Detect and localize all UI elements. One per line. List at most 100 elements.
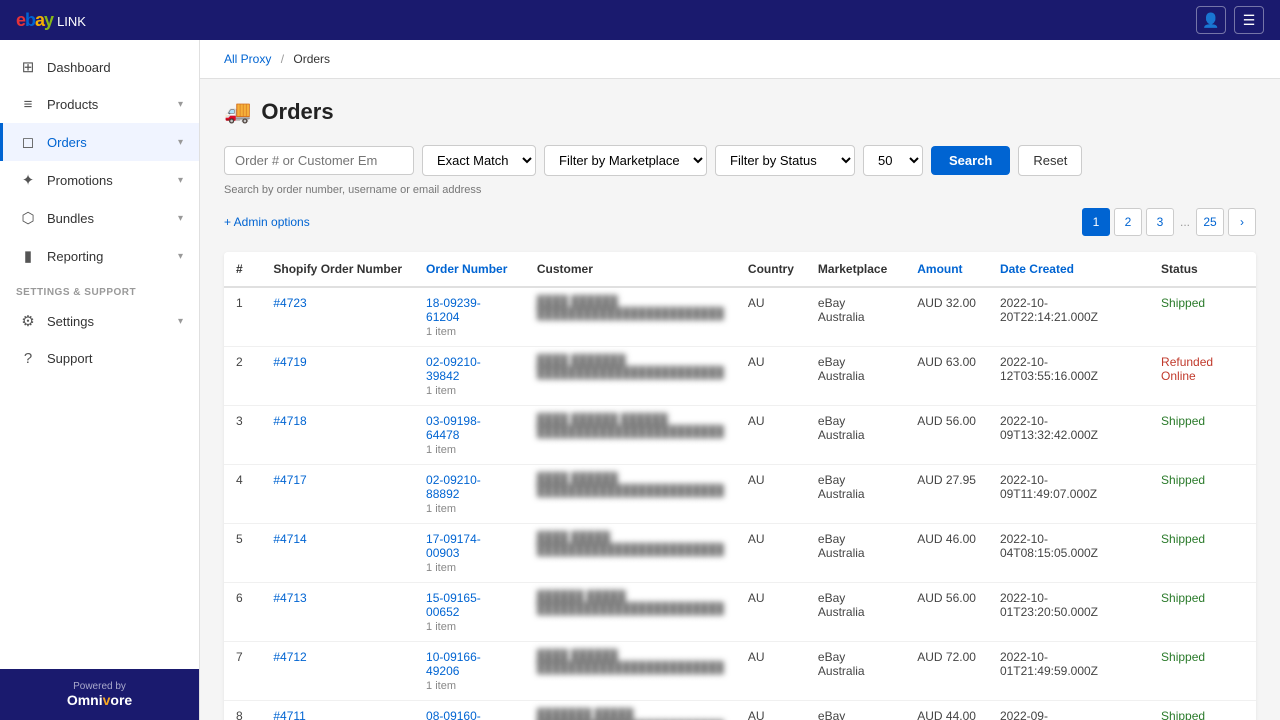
row-marketplace: eBay Australia — [806, 583, 905, 642]
sidebar-nav: ⊞ Dashboard ≡ Products ▾ ◻ Orders ▾ — [0, 40, 199, 669]
row-status: Shipped — [1149, 524, 1256, 583]
row-date: 2022-10-01T21:49:59.000Z — [988, 642, 1149, 701]
menu-icon[interactable]: ☰ — [1234, 6, 1264, 34]
customer-name: ████ ██████ — [537, 650, 724, 662]
per-page-select[interactable]: 50 25 100 — [863, 145, 923, 176]
shopify-order-link[interactable]: #4712 — [273, 650, 306, 664]
item-count: 1 item — [426, 562, 513, 574]
row-customer: ████ █████ ████████████████████████ — [525, 524, 736, 583]
search-input[interactable] — [224, 146, 414, 175]
row-shopify: #4713 — [261, 583, 414, 642]
admin-options-link[interactable]: + Admin options — [224, 215, 310, 229]
match-type-select[interactable]: Exact Match Contains Starts With — [422, 145, 536, 176]
status-badge: Shipped — [1161, 709, 1205, 720]
page-btn-1[interactable]: 1 — [1082, 208, 1110, 236]
sidebar-item-orders[interactable]: ◻ Orders ▾ — [0, 123, 199, 161]
page-btn-3[interactable]: 3 — [1146, 208, 1174, 236]
table-row: 3 #4718 03-09198-64478 1 item ████ █████… — [224, 406, 1256, 465]
sidebar-item-settings[interactable]: ⚙ Settings ▾ — [0, 302, 199, 340]
order-number-link[interactable]: 18-09239-61204 — [426, 296, 481, 324]
customer-name: ████ ██████ — [537, 296, 724, 308]
row-country: AU — [736, 642, 806, 701]
sidebar-item-reporting-label: Reporting — [47, 249, 103, 264]
table-row: 4 #4717 02-09210-88892 1 item ████ █████… — [224, 465, 1256, 524]
order-number-link[interactable]: 02-09210-39842 — [426, 355, 481, 383]
row-amount: AUD 32.00 — [905, 287, 988, 347]
order-number-link[interactable]: 15-09165-00652 — [426, 591, 481, 619]
row-num: 6 — [224, 583, 261, 642]
sidebar-item-reporting[interactable]: ▮ Reporting ▾ — [0, 237, 199, 275]
row-status: Shipped — [1149, 287, 1256, 347]
row-shopify: #4712 — [261, 642, 414, 701]
customer-email: ████████████████████████ — [537, 308, 724, 320]
page-next-btn[interactable]: › — [1228, 208, 1256, 236]
order-number-link[interactable]: 17-09174-00903 — [426, 532, 481, 560]
row-customer: ████ ███████ ████████████████████████ — [525, 347, 736, 406]
page-body: 🚚 Orders Exact Match Contains Starts Wit… — [200, 79, 1280, 720]
col-order-number[interactable]: Order Number — [414, 252, 525, 287]
row-customer: ██████ █████ ████████████████████████ — [525, 583, 736, 642]
status-filter-select[interactable]: Filter by Status Shipped Refunded Online… — [715, 145, 855, 176]
sidebar-item-promotions[interactable]: ✦ Promotions ▾ — [0, 161, 199, 199]
marketplace-filter-select[interactable]: Filter by Marketplace eBay Australia eBa… — [544, 145, 707, 176]
row-num: 7 — [224, 642, 261, 701]
table-row: 7 #4712 10-09166-49206 1 item ████ █████… — [224, 642, 1256, 701]
row-status: Shipped — [1149, 583, 1256, 642]
order-number-link[interactable]: 10-09166-49206 — [426, 650, 481, 678]
row-num: 8 — [224, 701, 261, 720]
breadcrumb-parent[interactable]: All Proxy — [224, 52, 271, 66]
app-body: ⊞ Dashboard ≡ Products ▾ ◻ Orders ▾ — [0, 40, 1280, 720]
customer-email: ████████████████████████ — [537, 485, 724, 497]
shopify-order-link[interactable]: #4711 — [273, 709, 305, 720]
col-date-created[interactable]: Date Created — [988, 252, 1149, 287]
page-btn-2[interactable]: 2 — [1114, 208, 1142, 236]
shopify-order-link[interactable]: #4723 — [273, 296, 306, 310]
shopify-order-link[interactable]: #4713 — [273, 591, 306, 605]
reset-button[interactable]: Reset — [1018, 145, 1082, 176]
row-shopify: #4718 — [261, 406, 414, 465]
search-button[interactable]: Search — [931, 146, 1010, 175]
omnivore-brand: Omnivore — [16, 692, 183, 708]
shopify-order-link[interactable]: #4718 — [273, 414, 306, 428]
row-num: 3 — [224, 406, 261, 465]
order-number-link[interactable]: 03-09198-64478 — [426, 414, 481, 442]
orders-chevron-icon: ▾ — [178, 137, 183, 148]
settings-section-label: SETTINGS & SUPPORT — [0, 275, 199, 302]
page-btn-25[interactable]: 25 — [1196, 208, 1224, 236]
row-status: Shipped — [1149, 642, 1256, 701]
shopify-order-link[interactable]: #4717 — [273, 473, 306, 487]
row-marketplace: eBay Australia — [806, 406, 905, 465]
row-amount: AUD 72.00 — [905, 642, 988, 701]
order-number-link[interactable]: 08-09160-27737 — [426, 709, 481, 720]
sidebar-item-support[interactable]: ? Support — [0, 340, 199, 377]
row-marketplace: eBay Australia — [806, 287, 905, 347]
customer-email: ████████████████████████ — [537, 426, 724, 438]
row-order-number: 03-09198-64478 1 item — [414, 406, 525, 465]
shopify-order-link[interactable]: #4714 — [273, 532, 306, 546]
breadcrumb-current: Orders — [293, 52, 330, 66]
table-row: 6 #4713 15-09165-00652 1 item ██████ ███… — [224, 583, 1256, 642]
promotions-chevron-icon: ▾ — [178, 175, 183, 186]
row-country: AU — [736, 347, 806, 406]
customer-email: ████████████████████████ — [537, 662, 724, 674]
col-amount[interactable]: Amount — [905, 252, 988, 287]
sidebar-item-dashboard-label: Dashboard — [47, 60, 111, 75]
row-num: 1 — [224, 287, 261, 347]
sidebar-item-dashboard[interactable]: ⊞ Dashboard — [0, 48, 199, 86]
sidebar-item-products[interactable]: ≡ Products ▾ — [0, 86, 199, 123]
order-number-link[interactable]: 02-09210-88892 — [426, 473, 481, 501]
user-icon[interactable]: 👤 — [1196, 6, 1226, 34]
item-count: 1 item — [426, 680, 513, 692]
row-num: 4 — [224, 465, 261, 524]
pagination: 1 2 3 ... 25 › — [1082, 208, 1256, 236]
filter-bar: Exact Match Contains Starts With Filter … — [224, 145, 1256, 176]
row-order-number: 08-09160-27737 1 item — [414, 701, 525, 720]
row-amount: AUD 63.00 — [905, 347, 988, 406]
ebay-logo: ebay LINK — [16, 10, 86, 31]
sidebar-item-bundles[interactable]: ⬡ Bundles ▾ — [0, 199, 199, 237]
sidebar-item-promotions-label: Promotions — [47, 173, 113, 188]
shopify-order-link[interactable]: #4719 — [273, 355, 306, 369]
breadcrumb-separator: / — [281, 52, 284, 66]
top-nav-right: 👤 ☰ — [1196, 6, 1264, 34]
row-customer: ████ ██████ ██████ █████████████████████… — [525, 406, 736, 465]
